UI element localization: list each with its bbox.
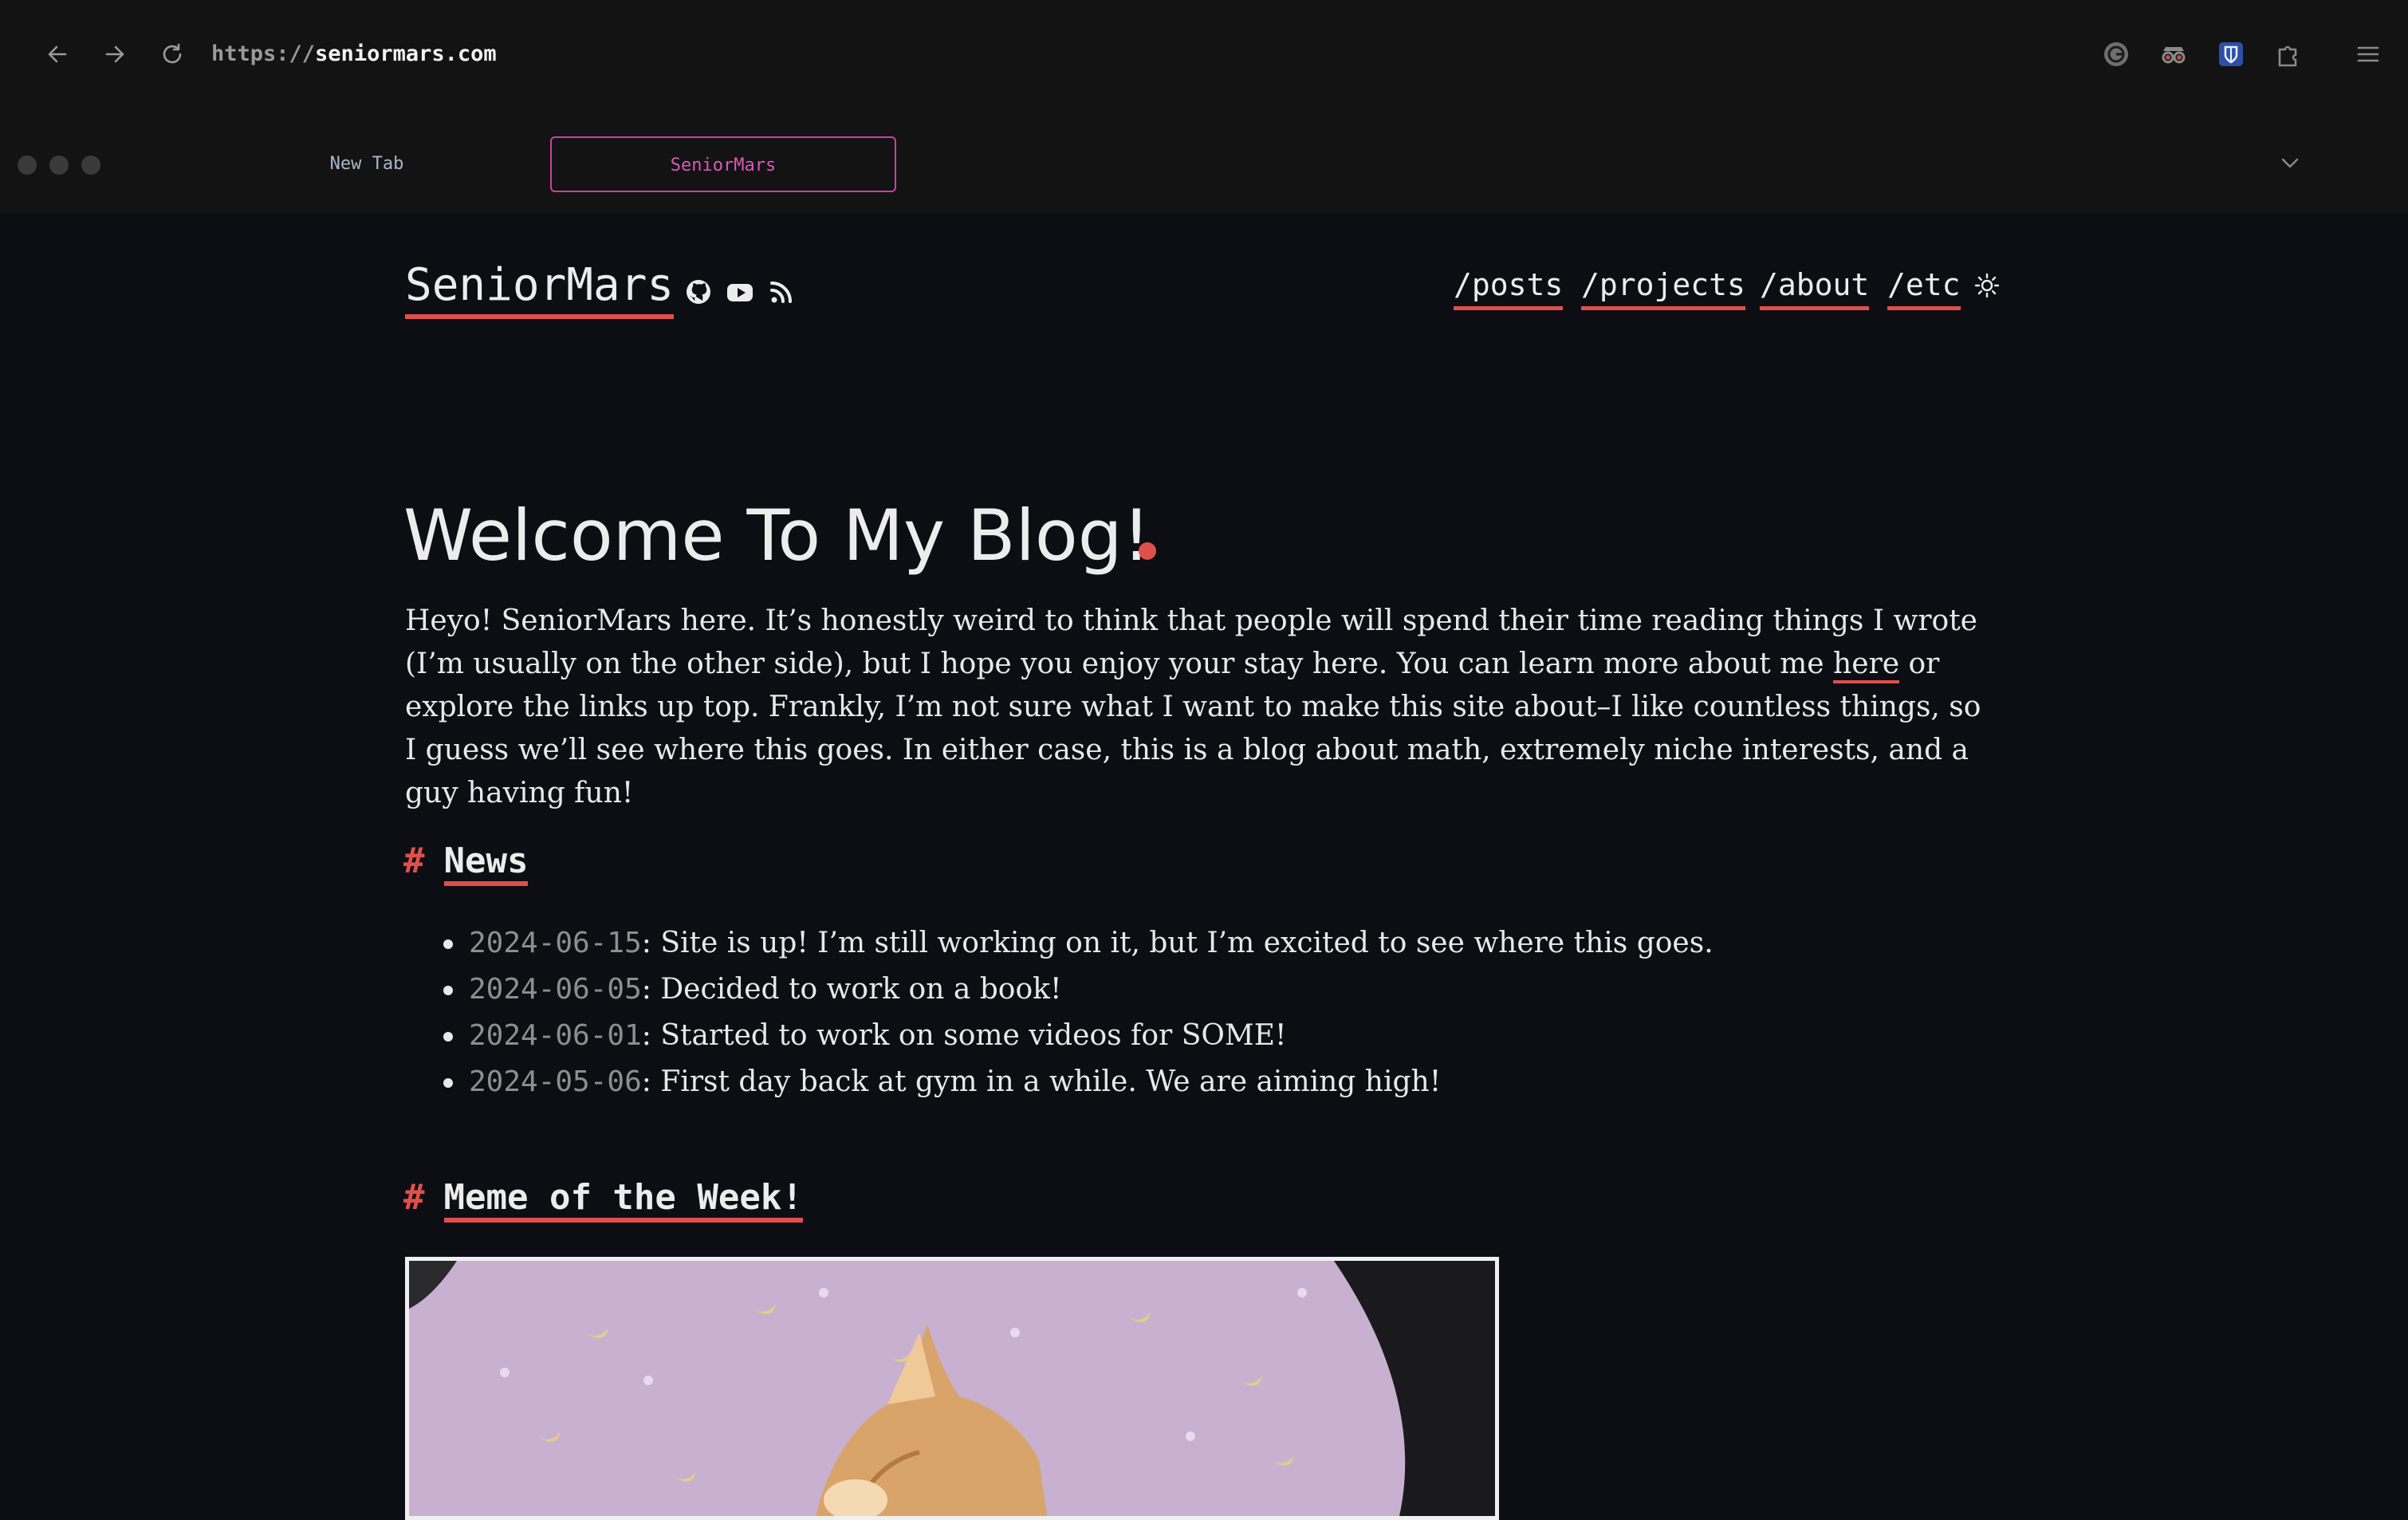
reload-button[interactable] [153,35,191,73]
bitwarden-shield-icon [2219,42,2243,66]
news-heading: # News [403,837,529,886]
puzzle-icon [2278,45,2297,67]
rss-link[interactable] [765,276,797,308]
bullet [443,1078,453,1088]
privacy-extension[interactable] [2156,37,2191,72]
address-bar: https://seniormars.com [0,0,2408,105]
nav-about[interactable]: /about [1760,263,1870,310]
cat-photo [409,1261,1495,1516]
url-host: seniormars.com [315,41,497,66]
browser-chrome: https://seniormars.com New Tab SeniorMar… [0,0,2408,214]
news-text: : Decided to work on a book! [641,973,1062,1006]
spy-glasses-icon [2162,47,2186,64]
youtube-icon [727,284,753,301]
rss-icon [770,282,792,303]
page-title: Welcome To My Blog! [403,494,1151,577]
bullet [443,986,453,995]
extensions-button[interactable] [2271,37,2306,72]
tab-new-tab[interactable]: New Tab [279,136,454,192]
news-list: 2024-06-15: Site is up! I’m still workin… [405,920,2000,1105]
news-date: 2024-06-05 [469,973,642,1006]
news-date: 2024-06-01 [469,1019,642,1052]
list-item: 2024-06-01: Started to work on some vide… [405,1013,2000,1059]
about-here-link[interactable]: here [1833,648,1900,683]
url-field[interactable]: https://seniormars.com [211,35,497,73]
intro-paragraph: Heyo! SeniorMars here. It’s honestly wei… [405,600,2000,815]
meme-heading: # Meme of the Week! [403,1174,803,1223]
heading-hash: # [403,841,425,881]
grammarly-icon [2104,42,2128,66]
meme-heading-text: Meme of the Week! [443,1177,803,1223]
hamburger-menu-icon [2357,46,2379,62]
site-header [0,239,2408,335]
nav-projects[interactable]: /projects [1581,263,1745,310]
nav-etc[interactable]: /etc [1887,263,1961,310]
window-zoom-button[interactable] [81,156,100,175]
bullet [443,1032,453,1042]
arrow-right-icon [105,45,124,63]
window-minimize-button[interactable] [49,156,69,175]
grammarly-extension[interactable] [2099,37,2134,72]
news-date: 2024-05-06 [469,1065,642,1098]
meme-image [405,1257,1499,1520]
heading-hash: # [403,1177,425,1218]
forward-button[interactable] [96,35,134,73]
site-title-link[interactable]: SeniorMars [405,257,675,319]
nav-posts[interactable]: /posts [1454,263,1564,310]
news-text: : First day back at gym in a while. We a… [641,1065,1442,1098]
browser-menu-button[interactable] [2351,37,2386,72]
news-text: : Site is up! I’m still working on it, b… [641,927,1714,959]
title-accent-dot [1139,542,1156,560]
theme-toggle-button[interactable] [1971,270,2003,301]
url-scheme: https:// [211,41,316,66]
news-text: : Started to work on some videos for SOM… [641,1019,1287,1052]
list-item: 2024-06-15: Site is up! I’m still workin… [405,920,2000,967]
list-item: 2024-06-05: Decided to work on a book! [405,967,2000,1013]
youtube-link[interactable] [724,276,756,308]
back-button[interactable] [38,35,77,73]
reload-icon [163,43,182,64]
list-item: 2024-05-06: First day back at gym in a w… [405,1059,2000,1105]
chevron-down-icon [2281,158,2299,168]
arrow-left-icon [48,45,67,63]
sun-icon [1974,273,2000,298]
github-link[interactable] [683,276,714,308]
tab-list-button[interactable] [2274,147,2306,179]
window-close-button[interactable] [18,156,37,175]
github-icon [687,280,710,304]
bitwarden-extension[interactable] [2213,37,2249,72]
intro-text-start: Heyo! SeniorMars here. It’s honestly wei… [405,604,1977,680]
news-date: 2024-06-15 [469,927,642,959]
tab-seniormars[interactable]: SeniorMars [550,136,896,192]
bullet [443,939,453,949]
news-heading-text: News [443,841,529,886]
